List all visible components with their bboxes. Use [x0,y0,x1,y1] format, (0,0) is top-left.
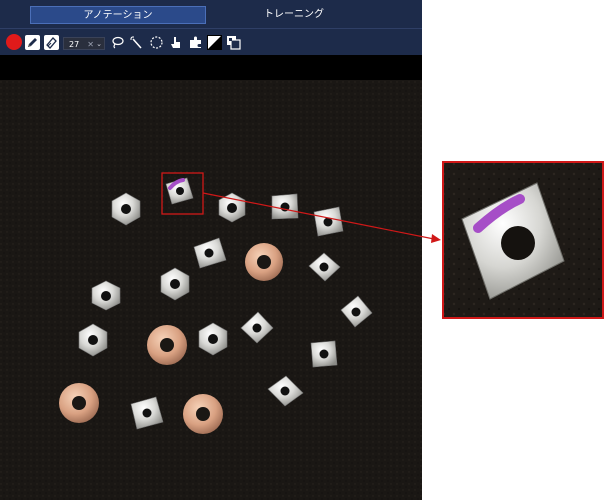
nut-hole [501,226,535,260]
zoom-view [442,161,604,319]
